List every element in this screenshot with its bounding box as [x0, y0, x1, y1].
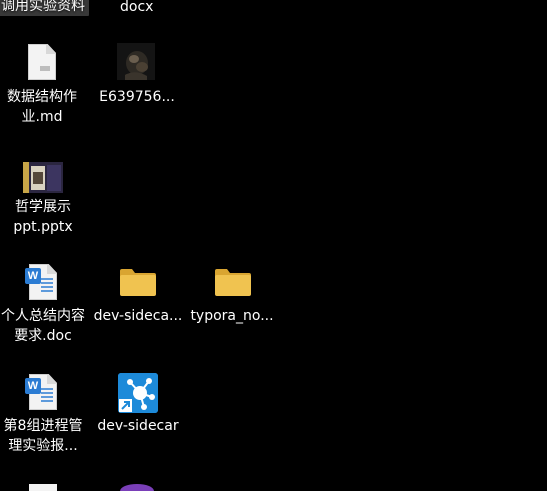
- desktop-item-label-line: dev-sideca...: [93, 308, 183, 324]
- desktop-item-label-line: 理实验报...: [8, 438, 78, 454]
- partial-document-icon[interactable]: [29, 484, 57, 491]
- desktop-item-label-line: 数据结构作: [7, 89, 77, 105]
- desktop-item-label-line: 个人总结内容: [1, 308, 85, 324]
- desktop-item-label-line: 要求.doc: [14, 328, 72, 344]
- folder-icon[interactable]: [214, 267, 252, 301]
- powerpoint-thumbnail-icon[interactable]: [23, 162, 63, 193]
- desktop-item-typora-folder[interactable]: typora_no...: [187, 306, 277, 326]
- desktop-item-dev-sidecar-app[interactable]: dev-sidecar: [92, 416, 184, 436]
- desktop-item-e639756[interactable]: E639756...: [92, 87, 182, 107]
- desktop-item-lab-materials[interactable]: 调用实验资料: [0, 0, 89, 16]
- folder-icon[interactable]: [119, 267, 157, 301]
- desktop-item-label-line: dev-sidecar: [97, 418, 179, 434]
- markdown-file-icon[interactable]: [28, 44, 56, 80]
- word-document-icon[interactable]: W: [25, 264, 57, 300]
- desktop: 调用实验资料 docx 数据结构作 业.md E639756... 哲学展示 p…: [0, 0, 547, 491]
- md-tag-icon: [40, 66, 50, 71]
- word-w-icon: W: [25, 378, 41, 394]
- doc-lines-icon: [41, 278, 53, 294]
- desktop-item-label-line: 业.md: [21, 109, 63, 125]
- desktop-item-label-line: 调用实验资料: [1, 0, 85, 14]
- desktop-item-label-line: 哲学展示: [15, 199, 71, 215]
- desktop-item-data-structures[interactable]: 数据结构作 业.md: [0, 87, 84, 127]
- desktop-item-philosophy-ppt[interactable]: 哲学展示 ppt.pptx: [0, 197, 86, 237]
- desktop-item-group8-report[interactable]: 第8组进程管 理实验报...: [0, 416, 86, 456]
- dev-sidecar-app-icon[interactable]: [118, 373, 158, 413]
- desktop-item-label-line: ppt.pptx: [13, 219, 73, 235]
- desktop-item-personal-summary[interactable]: 个人总结内容 要求.doc: [0, 306, 89, 346]
- desktop-item-docx[interactable]: docx: [120, 0, 153, 17]
- desktop-item-label-line: docx: [120, 0, 154, 15]
- image-thumbnail-icon[interactable]: [117, 43, 155, 80]
- word-document-icon[interactable]: W: [25, 374, 57, 410]
- doc-lines-icon: [41, 388, 53, 404]
- partial-app-icon[interactable]: [120, 484, 154, 491]
- desktop-item-label-line: 第8组进程管: [3, 418, 83, 434]
- desktop-item-label-line: typora_no...: [190, 308, 274, 324]
- word-w-icon: W: [25, 268, 41, 284]
- desktop-item-dev-sidecar-folder[interactable]: dev-sideca...: [92, 306, 184, 326]
- desktop-item-label-line: E639756...: [99, 89, 175, 105]
